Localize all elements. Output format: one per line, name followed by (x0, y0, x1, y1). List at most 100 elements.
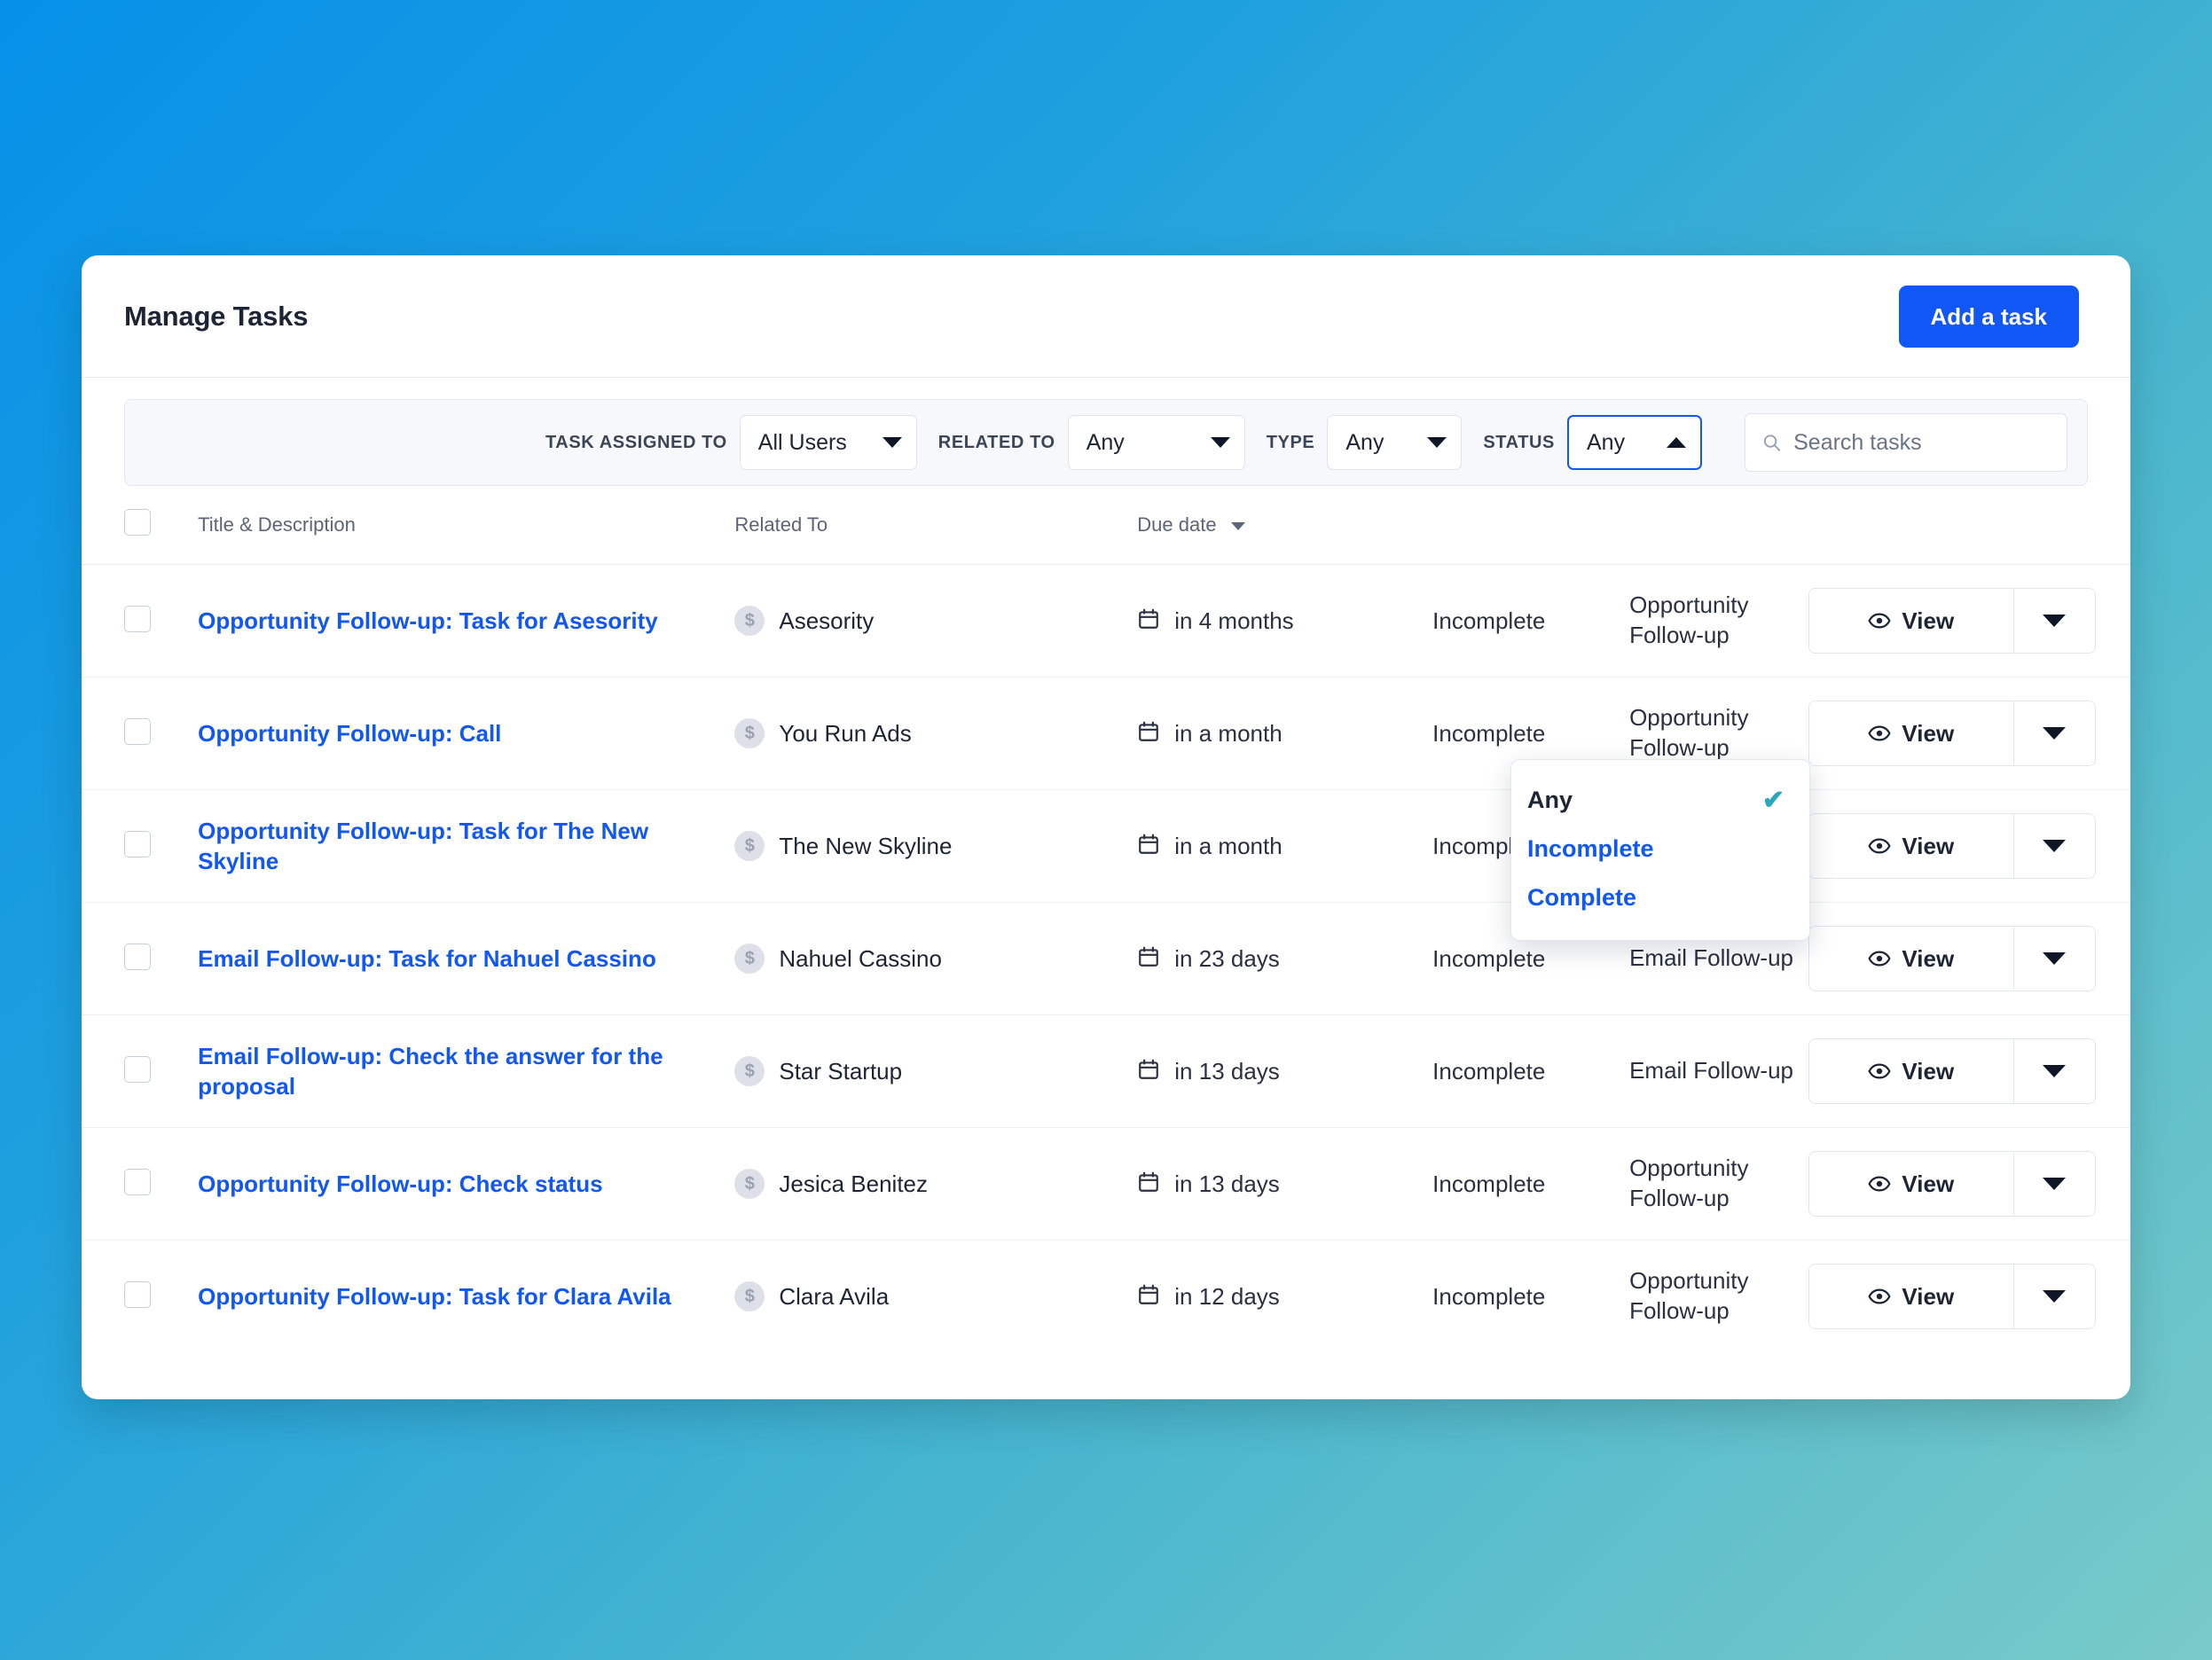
chevron-down-icon (2043, 615, 2067, 627)
row-select-cell (82, 1014, 199, 1128)
row-checkbox[interactable] (124, 1280, 151, 1308)
chevron-down-icon (2043, 727, 2067, 740)
row-title-cell: Email Follow-up: Check the answer for th… (198, 1014, 735, 1128)
search-input[interactable] (1793, 429, 2051, 456)
add-task-button[interactable]: Add a task (1898, 285, 2079, 348)
filter-label-related-to: Related to (937, 432, 1055, 452)
view-dropdown-toggle[interactable] (2012, 814, 2095, 878)
task-title-link[interactable]: Opportunity Follow-up: Task for Clara Av… (198, 1281, 734, 1312)
row-checkbox[interactable] (124, 830, 151, 857)
filter-assigned-to-select[interactable]: All Users (739, 415, 917, 470)
filter-related-to-select[interactable]: Any (1067, 415, 1245, 470)
column-header-type[interactable] (1629, 486, 1808, 565)
table-row: Email Follow-up: Task for Nahuel Cassino… (82, 902, 2130, 1015)
view-button[interactable]: View (1808, 814, 2013, 878)
view-dropdown-toggle[interactable] (2012, 701, 2095, 765)
table-row: Opportunity Follow-up: Call $ You Run Ads i… (82, 677, 2130, 790)
select-all-header (82, 486, 199, 565)
calendar-icon (1139, 721, 1159, 741)
view-button[interactable]: View (1808, 1265, 2013, 1328)
view-button-group: View (1808, 813, 2096, 879)
view-button[interactable]: View (1808, 701, 2013, 765)
view-button-group: View (1808, 588, 2096, 654)
calendar-icon (1139, 834, 1159, 854)
column-header-title[interactable]: Title & Description (198, 486, 735, 565)
row-actions-cell: View (1808, 902, 2130, 1015)
status-text: Incomplete (1432, 1282, 1546, 1310)
status-text: Incomplete (1432, 719, 1546, 747)
chevron-up-icon (1667, 437, 1686, 448)
eye-icon (1868, 613, 1891, 629)
view-button[interactable]: View (1808, 1152, 2013, 1216)
view-button-label: View (1902, 944, 1955, 972)
view-button-group: View (1808, 1264, 2096, 1329)
status-option-any[interactable]: Any ✔ (1511, 776, 1809, 825)
view-button-label: View (1902, 607, 1955, 634)
row-type-cell: Email Follow-up (1629, 1014, 1808, 1128)
task-title-link[interactable]: Email Follow-up: Task for Nahuel Cassino (198, 944, 734, 974)
row-title-cell: Opportunity Follow-up: Call (198, 677, 735, 790)
task-title-link[interactable]: Opportunity Follow-up: Task for The New … (198, 816, 734, 877)
row-checkbox[interactable] (124, 943, 151, 970)
search-box[interactable] (1745, 413, 2067, 472)
filter-status-value: Any (1587, 429, 1626, 455)
row-select-cell (82, 1127, 199, 1241)
status-option-incomplete-label: Incomplete (1527, 835, 1654, 862)
row-title-cell: Email Follow-up: Task for Nahuel Cassino (198, 902, 735, 1015)
view-dropdown-toggle[interactable] (2012, 1265, 2095, 1328)
view-button[interactable]: View (1808, 927, 2013, 991)
due-date-text: in a month (1174, 832, 1282, 859)
status-text: Incomplete (1432, 1170, 1546, 1197)
filter-status-select[interactable]: Any (1567, 415, 1702, 470)
status-option-complete[interactable]: Complete (1511, 873, 1809, 922)
view-dropdown-toggle[interactable] (2012, 927, 2095, 991)
column-header-due-date[interactable]: Due date (1137, 486, 1433, 565)
view-dropdown-toggle[interactable] (2012, 589, 2095, 653)
row-type-cell: Opportunity Follow-up (1629, 1241, 1808, 1353)
view-dropdown-toggle[interactable] (2012, 1152, 2095, 1216)
card-header: Manage Tasks Add a task (82, 255, 2130, 378)
task-title-link[interactable]: Opportunity Follow-up: Call (198, 718, 734, 748)
row-checkbox[interactable] (124, 717, 151, 745)
type-text: Opportunity Follow-up (1629, 1155, 1749, 1211)
tasks-table: Title & Description Related To Due date … (82, 486, 2130, 1352)
filter-related-to-value: Any (1086, 429, 1125, 455)
row-actions-cell: View (1808, 789, 2130, 903)
table-row: Email Follow-up: Check the answer for th… (82, 1014, 2130, 1128)
select-all-checkbox[interactable] (124, 509, 151, 536)
calendar-icon (1139, 946, 1159, 967)
row-select-cell (82, 902, 199, 1015)
row-due-cell: in a month (1137, 789, 1433, 903)
type-text: Opportunity Follow-up (1629, 1267, 1749, 1324)
view-button[interactable]: View (1808, 589, 2013, 653)
task-title-link[interactable]: Opportunity Follow-up: Task for Asesorit… (198, 606, 734, 636)
column-header-due-date-label: Due date (1137, 513, 1217, 536)
view-button-label: View (1902, 832, 1955, 859)
due-date-text: in 4 months (1174, 607, 1294, 634)
row-checkbox[interactable] (124, 1055, 151, 1083)
column-header-status[interactable] (1432, 486, 1630, 565)
filter-type-select[interactable]: Any (1327, 415, 1463, 470)
money-badge-icon: $ (734, 606, 765, 636)
table-header-row: Title & Description Related To Due date (82, 486, 2130, 565)
status-option-any-label: Any (1527, 787, 1573, 813)
task-title-link[interactable]: Opportunity Follow-up: Check status (198, 1169, 734, 1199)
table-row: Opportunity Follow-up: Task for Asesorit… (82, 564, 2130, 677)
related-to-name: Nahuel Cassino (779, 944, 942, 972)
view-button-group: View (1808, 1038, 2096, 1104)
row-checkbox[interactable] (124, 605, 151, 632)
row-select-cell (82, 677, 199, 790)
view-button[interactable]: View (1808, 1039, 2013, 1103)
task-title-link[interactable]: Email Follow-up: Check the answer for th… (198, 1041, 734, 1102)
status-option-incomplete[interactable]: Incomplete (1511, 825, 1809, 873)
view-button-group: View (1808, 926, 2096, 991)
money-badge-icon: $ (734, 1056, 765, 1086)
due-date-text: in a month (1174, 719, 1282, 747)
row-select-cell (82, 564, 199, 677)
view-dropdown-toggle[interactable] (2012, 1039, 2095, 1103)
status-text: Incomplete (1432, 607, 1546, 634)
column-header-related[interactable]: Related To (734, 486, 1138, 565)
manage-tasks-card: Manage Tasks Add a task Task assigned to… (82, 255, 2130, 1399)
row-related-cell: $ You Run Ads (734, 677, 1138, 790)
row-checkbox[interactable] (124, 1168, 151, 1195)
